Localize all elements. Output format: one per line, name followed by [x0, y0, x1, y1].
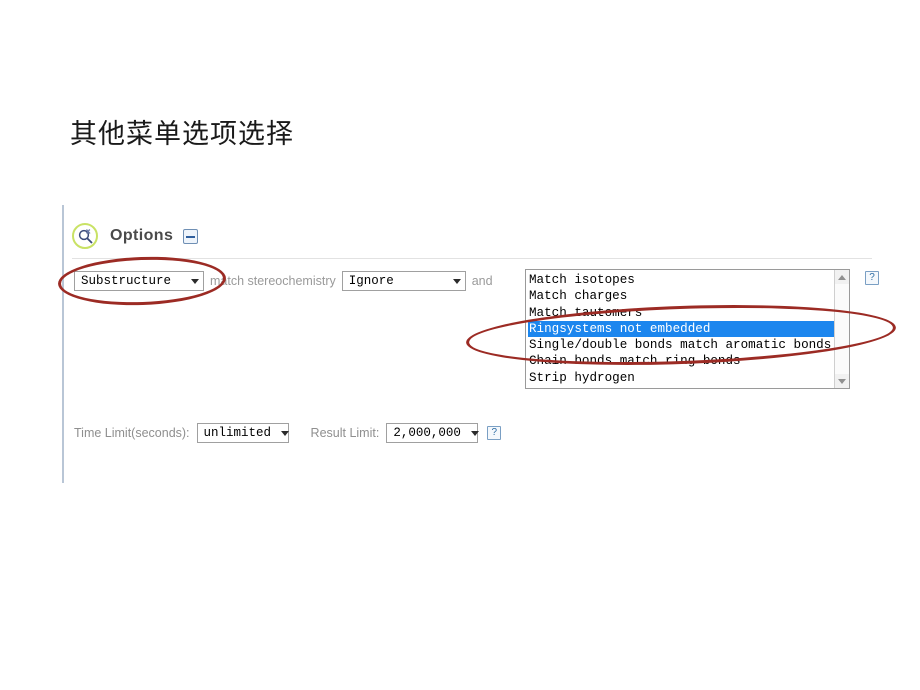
query-magnifier-icon: [72, 223, 98, 249]
options-section-header[interactable]: Options: [72, 223, 199, 249]
conjunction-label: and: [471, 274, 493, 288]
scrollbar-track[interactable]: [835, 284, 849, 374]
result-limit-label: Result Limit:: [310, 426, 380, 440]
stereochemistry-value: Ignore: [348, 274, 394, 288]
chevron-down-icon: [281, 430, 290, 436]
collapse-minus-icon[interactable]: [183, 228, 199, 244]
scroll-up-arrow-icon[interactable]: [835, 270, 849, 284]
chevron-down-icon: [191, 278, 199, 284]
list-item-selected[interactable]: Ringsystems not embedded: [528, 320, 834, 338]
result-limit-dropdown[interactable]: 2,000,000: [386, 423, 479, 443]
time-limit-label: Time Limit(seconds):: [74, 426, 190, 440]
stereochemistry-label: match stereochemistry: [210, 274, 336, 288]
list-item[interactable]: Chain bonds match ring bonds: [528, 353, 834, 369]
match-options-listbox[interactable]: Match isotopes Match charges Match tauto…: [525, 269, 850, 389]
list-item[interactable]: Single/double bonds match aromatic bonds: [528, 337, 834, 353]
stereochemistry-dropdown[interactable]: Ignore: [341, 271, 466, 291]
help-icon[interactable]: ?: [865, 271, 879, 285]
options-panel-screenshot: Options Substructure match stereochemist…: [62, 203, 882, 483]
help-icon[interactable]: ?: [487, 426, 502, 440]
list-item[interactable]: Match tautomers: [528, 305, 834, 321]
search-type-dropdown[interactable]: Substructure: [74, 271, 204, 291]
listbox-items: Match isotopes Match charges Match tauto…: [526, 270, 834, 388]
query-options-row: Substructure match stereochemistry Ignor…: [74, 271, 499, 291]
search-type-value: Substructure: [81, 274, 172, 288]
chevron-down-icon: [452, 278, 461, 284]
panel-left-rule: [62, 205, 64, 483]
list-item[interactable]: Match charges: [528, 288, 834, 304]
result-limit-value: 2,000,000: [393, 426, 461, 440]
chevron-down-icon: [470, 430, 479, 436]
scroll-down-arrow-icon[interactable]: [835, 374, 849, 388]
options-label: Options: [110, 227, 174, 244]
page-title: 其他菜单选项选择: [70, 119, 294, 149]
listbox-scrollbar[interactable]: [834, 270, 849, 388]
list-item[interactable]: Match isotopes: [528, 272, 834, 288]
list-item[interactable]: Strip hydrogen: [528, 370, 834, 386]
time-limit-value: unlimited: [203, 426, 272, 440]
time-limit-dropdown[interactable]: unlimited: [196, 423, 290, 443]
header-divider: [72, 258, 872, 259]
limits-row: Time Limit(seconds): unlimited Result Li…: [74, 423, 502, 443]
